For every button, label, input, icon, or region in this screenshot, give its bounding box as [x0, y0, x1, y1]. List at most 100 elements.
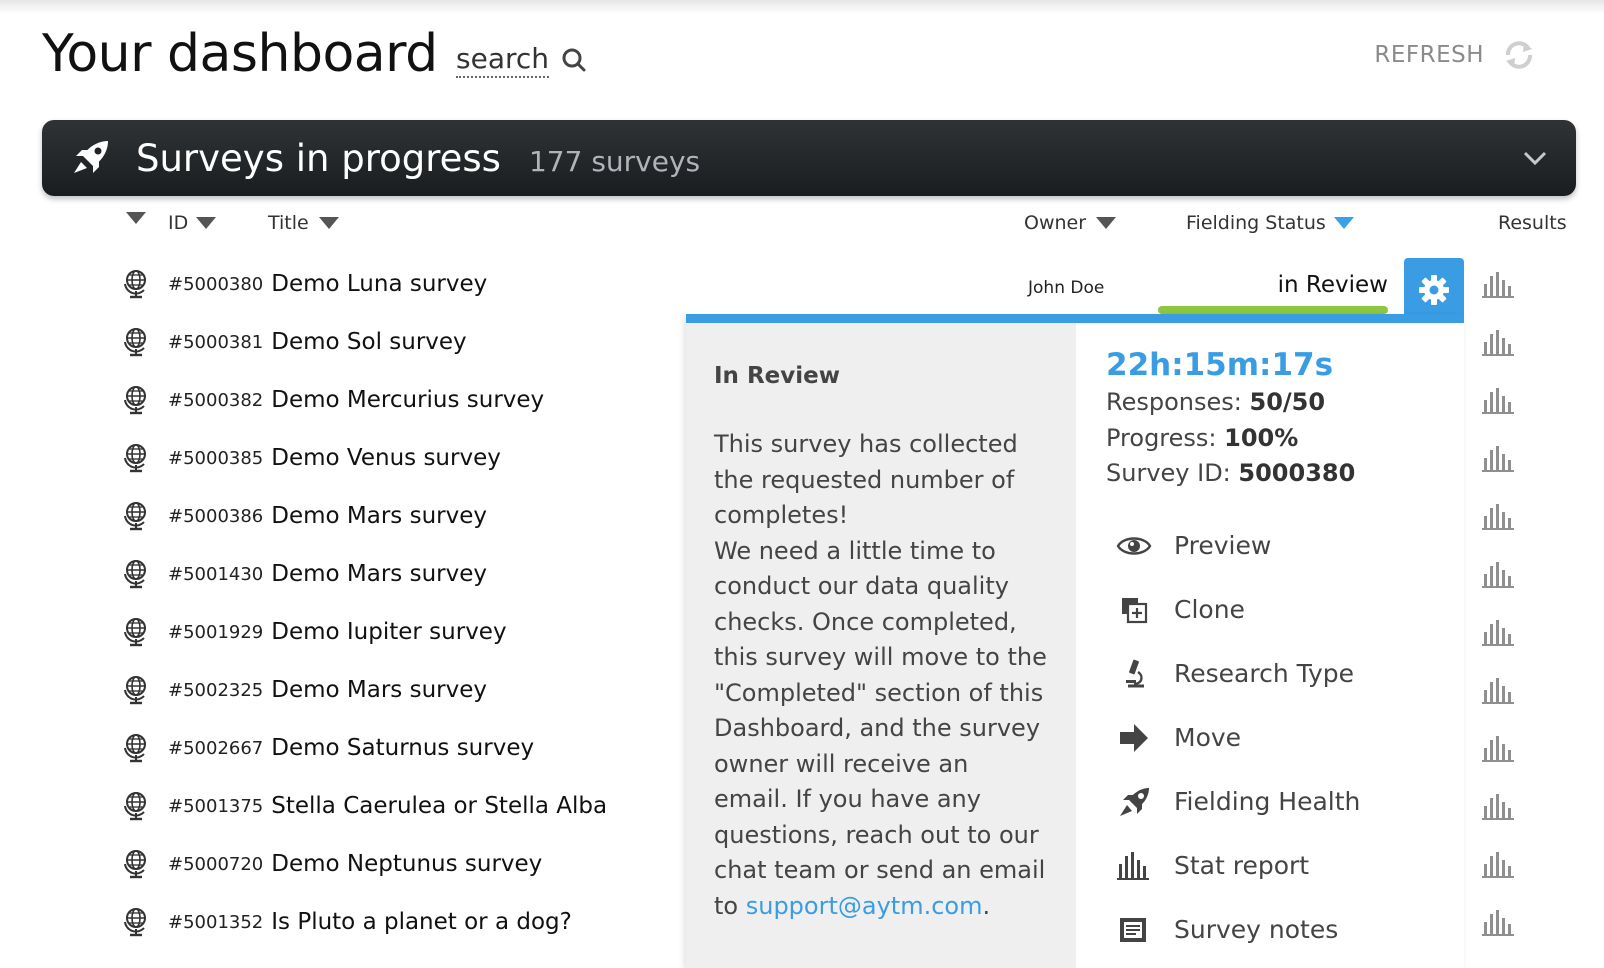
- survey-id: #5000382: [168, 389, 264, 411]
- survey-row[interactable]: #5000385 Demo Venus survey: [122, 428, 682, 488]
- surveys-in-progress-banner[interactable]: Surveys in progress 177 surveys: [42, 120, 1576, 196]
- survey-row[interactable]: #5002325 Demo Mars survey: [122, 660, 682, 720]
- column-header-title[interactable]: Title: [268, 212, 339, 234]
- survey-row[interactable]: #5001352 Is Pluto a planet or a dog?: [122, 892, 682, 952]
- column-fielding-status-label: Fielding Status: [1186, 212, 1326, 234]
- globe-icon: [122, 790, 150, 822]
- survey-title: Demo Saturnus survey: [271, 735, 535, 761]
- top-shadow: [0, 0, 1604, 14]
- page-title: Your dashboard: [42, 24, 438, 84]
- survey-row[interactable]: #5001430 Demo Mars survey: [122, 544, 682, 604]
- refresh-icon: [1506, 41, 1532, 69]
- column-header-results: Results: [1498, 212, 1567, 234]
- survey-details-panel: 22h:15m:17s Responses: 50/50 Progress: 1…: [1076, 323, 1464, 968]
- action-clone[interactable]: Clone: [1106, 578, 1434, 642]
- action-research-type[interactable]: Research Type: [1106, 642, 1434, 706]
- search-toggle[interactable]: search: [456, 42, 587, 78]
- action-survey-notes[interactable]: Survey notes: [1106, 898, 1434, 962]
- results-chart-icon[interactable]: [1482, 502, 1516, 530]
- action-label: Research Type: [1174, 659, 1355, 688]
- rocket-icon: [74, 141, 108, 173]
- notes-icon: [1116, 914, 1152, 946]
- search-label: search: [456, 42, 550, 78]
- survey-id-stat: Survey ID: 5000380: [1106, 456, 1434, 492]
- progress-stat: Progress: 100%: [1106, 421, 1434, 457]
- support-email-link[interactable]: support@aytm.com: [746, 892, 983, 920]
- survey-settings-button[interactable]: [1404, 258, 1464, 322]
- survey-title: Is Pluto a planet or a dog?: [271, 909, 572, 935]
- survey-row[interactable]: #5000386 Demo Mars survey: [122, 486, 682, 546]
- clone-icon: [1116, 594, 1152, 626]
- survey-id-value: 5000380: [1238, 459, 1356, 487]
- globe-icon: [122, 268, 150, 300]
- column-header-owner[interactable]: Owner: [1024, 212, 1117, 234]
- globe-icon: [122, 616, 150, 648]
- survey-status-popup: In Review This survey has collected the …: [686, 314, 1464, 968]
- survey-id: #5000380: [168, 273, 264, 295]
- sort-arrow-active-icon: [1333, 217, 1354, 229]
- sort-arrow-icon: [126, 212, 146, 224]
- action-move[interactable]: Move: [1106, 706, 1434, 770]
- survey-title: Stella Caerulea or Stella Alba: [271, 793, 608, 819]
- refresh-button[interactable]: REFRESH: [1374, 38, 1536, 72]
- progress-value: 100%: [1224, 423, 1299, 452]
- popup-body-text-2-content: We need a little time to conduct our dat…: [714, 536, 1047, 920]
- results-chart-icon[interactable]: [1482, 328, 1516, 356]
- survey-row[interactable]: #5000381 Demo Sol survey: [122, 312, 682, 372]
- action-label: Preview: [1174, 531, 1272, 560]
- status-text: in Review: [1277, 272, 1388, 298]
- chevron-down-icon[interactable]: [1520, 144, 1550, 172]
- results-chart-icon[interactable]: [1482, 560, 1516, 588]
- survey-id: #5001375: [168, 795, 264, 817]
- survey-row[interactable]: #5002667 Demo Saturnus survey: [122, 718, 682, 778]
- select-all-sort[interactable]: [126, 212, 146, 224]
- survey-id: #5000381: [168, 331, 264, 353]
- globe-icon: [122, 384, 150, 416]
- results-chart-icon[interactable]: [1482, 850, 1516, 878]
- survey-title: Demo Luna survey: [271, 271, 488, 297]
- results-chart-icon[interactable]: [1482, 618, 1516, 646]
- column-header-fielding-status[interactable]: Fielding Status: [1186, 212, 1354, 234]
- responses-label: Responses:: [1106, 388, 1242, 416]
- survey-row[interactable]: #5001929 Demo Iupiter survey: [122, 602, 682, 662]
- refresh-label: REFRESH: [1374, 42, 1484, 68]
- results-chart-icon[interactable]: [1482, 676, 1516, 704]
- status-explanation-panel: In Review This survey has collected the …: [686, 323, 1076, 968]
- popup-body-text-1: This survey has collected the requested …: [714, 430, 1018, 529]
- survey-title: Demo Mars survey: [271, 561, 487, 587]
- results-chart-icon[interactable]: [1482, 444, 1516, 472]
- owner-name: John Doe: [1028, 278, 1105, 298]
- survey-row[interactable]: #5000382 Demo Mercurius survey: [122, 370, 682, 430]
- popup-body: This survey has collected the requested …: [714, 427, 1048, 924]
- globe-icon: [122, 848, 150, 880]
- survey-title: Demo Mercurius survey: [271, 387, 545, 413]
- globe-icon: [122, 674, 150, 706]
- results-chart-icon[interactable]: [1482, 908, 1516, 936]
- column-header-id[interactable]: ID: [168, 212, 217, 234]
- action-label: Move: [1174, 723, 1242, 752]
- fielding-status[interactable]: in Review: [1158, 270, 1388, 314]
- results-chart-icon[interactable]: [1482, 734, 1516, 762]
- survey-id: #5001430: [168, 563, 264, 585]
- survey-title: Demo Mars survey: [271, 677, 487, 703]
- status-progress-bar: [1158, 306, 1388, 314]
- action-preview[interactable]: Preview: [1106, 514, 1434, 578]
- results-chart-icon[interactable]: [1482, 792, 1516, 820]
- survey-row[interactable]: #5000380 Demo Luna survey: [122, 254, 682, 314]
- survey-row[interactable]: #5001375 Stella Caerulea or Stella Alba: [122, 776, 682, 836]
- sort-arrow-icon: [318, 217, 339, 229]
- results-chart-icon[interactable]: [1482, 270, 1516, 298]
- survey-actions-menu: Preview Clone Research Type Move Fielding He…: [1106, 514, 1434, 962]
- search-icon: [562, 48, 586, 72]
- eye-icon: [1116, 530, 1152, 562]
- column-title-label: Title: [268, 212, 309, 234]
- survey-row[interactable]: #5000720 Demo Neptunus survey: [122, 834, 682, 894]
- globe-icon: [122, 558, 150, 590]
- survey-title: Demo Mars survey: [271, 503, 487, 529]
- column-results-label: Results: [1498, 212, 1567, 234]
- progress-label: Progress:: [1106, 423, 1217, 452]
- action-fielding-health[interactable]: Fielding Health: [1106, 770, 1434, 834]
- globe-icon: [122, 906, 150, 938]
- action-stat-report[interactable]: Stat report: [1106, 834, 1434, 898]
- results-chart-icon[interactable]: [1482, 386, 1516, 414]
